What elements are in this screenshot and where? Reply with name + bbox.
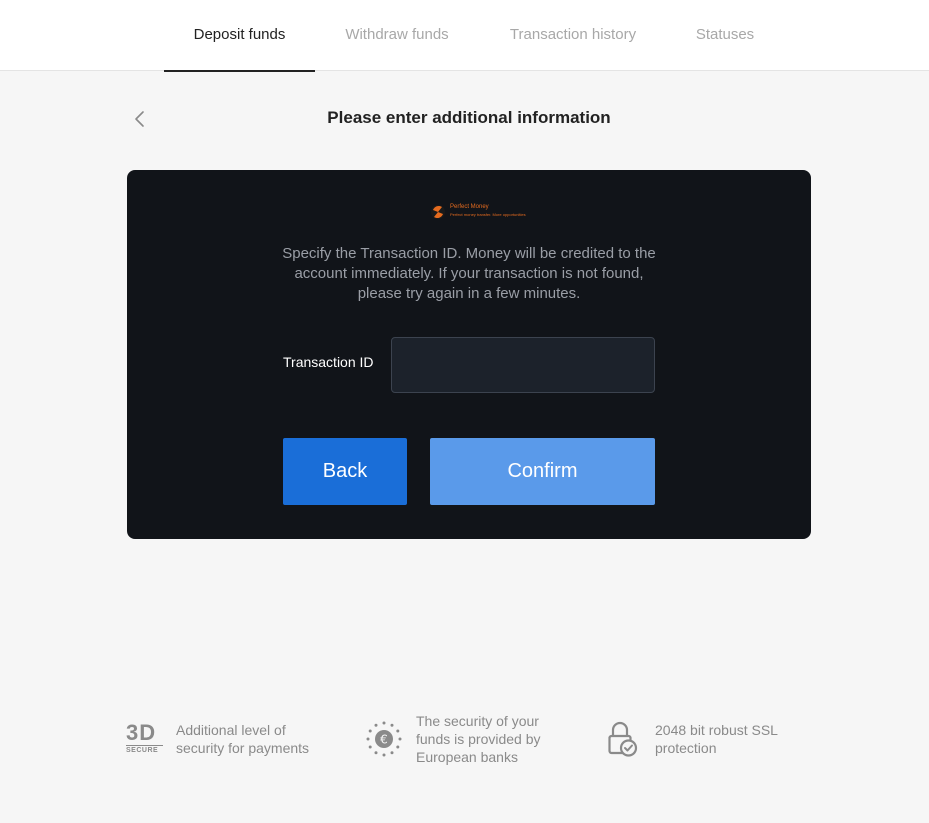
3d-secure-icon: 3D SECURE (126, 722, 164, 756)
feature-european-banks-text: The security of your funds is provided b… (416, 713, 541, 765)
page-title: Please enter additional information (327, 108, 611, 127)
padlock-check-icon (607, 720, 639, 760)
logo-name: Perfect Money (450, 204, 489, 210)
transaction-card: Perfect Money Perfect money transfer. Mo… (127, 170, 811, 539)
tab-statuses[interactable]: Statuses (682, 0, 768, 71)
confirm-button[interactable]: Confirm (430, 438, 655, 505)
transaction-id-input[interactable] (391, 337, 655, 393)
instructions-text: Specify the Transaction ID. Money will b… (282, 245, 656, 302)
euro-stars-icon: € (365, 720, 403, 758)
feature-3d-secure-text: Additional level of security for payment… (176, 722, 310, 756)
tab-withdraw-funds[interactable]: Withdraw funds (329, 0, 465, 71)
perfect-money-logo-icon (431, 205, 445, 219)
tab-deposit-funds[interactable]: Deposit funds (164, 0, 315, 72)
perfect-money-logo: Perfect Money Perfect money transfer. Mo… (430, 202, 526, 222)
tab-bar: Deposit funds Withdraw funds Transaction… (0, 0, 929, 72)
transaction-id-label: Transaction ID (283, 354, 374, 370)
logo-tagline: Perfect money transfer. More opportuniti… (450, 212, 526, 217)
svg-text:€: € (380, 733, 388, 747)
back-button[interactable]: Back (283, 438, 407, 505)
feature-ssl-text: 2048 bit robust SSL protection (655, 722, 778, 756)
tab-transaction-history[interactable]: Transaction history (493, 0, 653, 71)
security-features: 3D SECURE Additional level of security f… (0, 710, 929, 780)
